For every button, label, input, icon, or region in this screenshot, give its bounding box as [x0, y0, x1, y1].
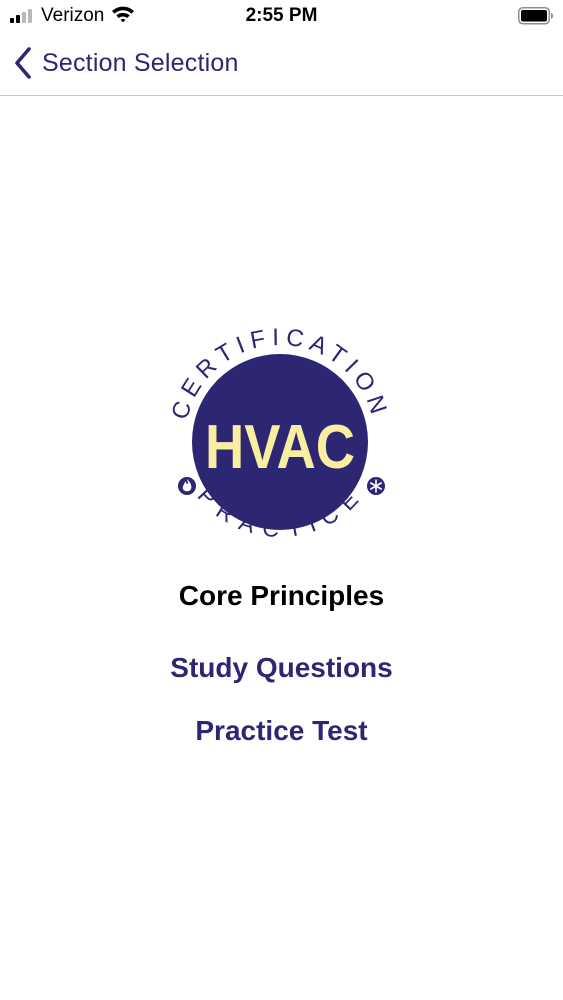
snowflake-icon [367, 477, 385, 495]
logo-center-text: HVAC [205, 413, 355, 482]
section-title: Core Principles [178, 580, 385, 611]
back-button[interactable]: Section Selection [12, 45, 239, 81]
navigation-bar: Section Selection [0, 32, 563, 96]
chevron-left-icon [15, 47, 31, 79]
status-time: 2:55 PM [245, 5, 318, 26]
practice-test-button[interactable]: Practice Test [0, 715, 563, 747]
back-button-label: Section Selection [42, 48, 239, 77]
study-questions-button[interactable]: Study Questions [0, 652, 563, 684]
battery-icon [518, 7, 553, 25]
status-bar: Verizon 2:55 PM [0, 0, 563, 32]
hvac-certification-logo: CERTIFICATION PRACTICE HVAC [166, 328, 387, 542]
flame-icon [178, 477, 196, 495]
